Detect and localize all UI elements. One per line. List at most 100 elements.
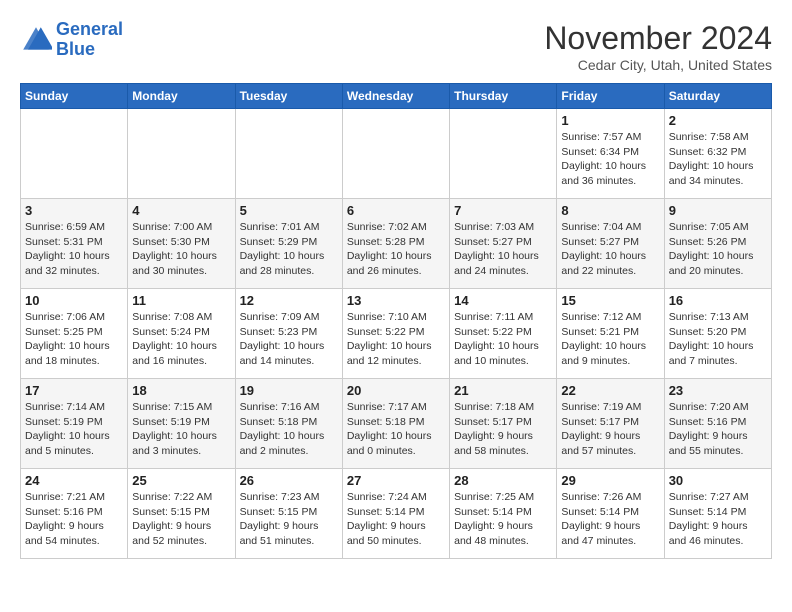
weekday-header-friday: Friday <box>557 84 664 109</box>
day-info: Sunrise: 7:26 AM Sunset: 5:14 PM Dayligh… <box>561 490 659 549</box>
month-title: November 2024 <box>544 20 772 57</box>
calendar-cell: 13 Sunrise: 7:10 AM Sunset: 5:22 PM Dayli… <box>342 289 449 379</box>
calendar-cell: 28Sunrise: 7:25 AM Sunset: 5:14 PM Dayli… <box>450 469 557 559</box>
logo-line2: Blue <box>56 39 95 59</box>
calendar-cell: 22 Sunrise: 7:19 AM Sunset: 5:17 PM Dayli… <box>557 379 664 469</box>
day-number: 12 <box>240 293 338 308</box>
day-info: Sunrise: 7:06 AM Sunset: 5:25 PM Dayligh… <box>25 310 123 369</box>
day-number: 13 <box>347 293 445 308</box>
calendar-cell: 18 Sunrise: 7:15 AM Sunset: 5:19 PM Dayli… <box>128 379 235 469</box>
calendar-cell: 26 Sunrise: 7:23 AM Sunset: 5:15 PM Dayli… <box>235 469 342 559</box>
week-row-2: 3 Sunrise: 6:59 AM Sunset: 5:31 PM Daylig… <box>21 199 772 289</box>
day-info: Sunrise: 7:17 AM Sunset: 5:18 PM Dayligh… <box>347 400 445 459</box>
calendar-cell: 21Sunrise: 7:18 AM Sunset: 5:17 PM Dayli… <box>450 379 557 469</box>
day-info: Sunrise: 7:16 AM Sunset: 5:18 PM Dayligh… <box>240 400 338 459</box>
day-number: 1 <box>561 113 659 128</box>
day-info: Sunrise: 7:20 AM Sunset: 5:16 PM Dayligh… <box>669 400 767 459</box>
day-info: Sunrise: 7:57 AM Sunset: 6:34 PM Dayligh… <box>561 130 659 189</box>
day-number: 11 <box>132 293 230 308</box>
calendar-cell: 15 Sunrise: 7:12 AM Sunset: 5:21 PM Dayli… <box>557 289 664 379</box>
day-info: Sunrise: 7:19 AM Sunset: 5:17 PM Dayligh… <box>561 400 659 459</box>
calendar-cell: 4 Sunrise: 7:00 AM Sunset: 5:30 PM Daylig… <box>128 199 235 289</box>
day-number: 15 <box>561 293 659 308</box>
weekday-header-saturday: Saturday <box>664 84 771 109</box>
calendar-cell: 23 Sunrise: 7:20 AM Sunset: 5:16 PM Dayli… <box>664 379 771 469</box>
calendar-cell: 9Sunrise: 7:05 AM Sunset: 5:26 PM Daylig… <box>664 199 771 289</box>
calendar-body: 1 Sunrise: 7:57 AM Sunset: 6:34 PM Daylig… <box>21 109 772 559</box>
day-number: 3 <box>25 203 123 218</box>
page: General Blue November 2024 Cedar City, U… <box>0 0 792 569</box>
calendar-cell: 17 Sunrise: 7:14 AM Sunset: 5:19 PM Dayli… <box>21 379 128 469</box>
calendar-table: SundayMondayTuesdayWednesdayThursdayFrid… <box>20 83 772 559</box>
calendar-cell: 6 Sunrise: 7:02 AM Sunset: 5:28 PM Daylig… <box>342 199 449 289</box>
day-info: Sunrise: 7:00 AM Sunset: 5:30 PM Dayligh… <box>132 220 230 279</box>
weekday-row: SundayMondayTuesdayWednesdayThursdayFrid… <box>21 84 772 109</box>
weekday-header-sunday: Sunday <box>21 84 128 109</box>
day-info: Sunrise: 7:12 AM Sunset: 5:21 PM Dayligh… <box>561 310 659 369</box>
calendar-cell: 16Sunrise: 7:13 AM Sunset: 5:20 PM Dayli… <box>664 289 771 379</box>
calendar-cell: 30Sunrise: 7:27 AM Sunset: 5:14 PM Dayli… <box>664 469 771 559</box>
week-row-4: 17 Sunrise: 7:14 AM Sunset: 5:19 PM Dayli… <box>21 379 772 469</box>
day-info: Sunrise: 7:01 AM Sunset: 5:29 PM Dayligh… <box>240 220 338 279</box>
weekday-header-tuesday: Tuesday <box>235 84 342 109</box>
day-info: Sunrise: 7:02 AM Sunset: 5:28 PM Dayligh… <box>347 220 445 279</box>
title-block: November 2024 Cedar City, Utah, United S… <box>544 20 772 73</box>
calendar-cell: 11 Sunrise: 7:08 AM Sunset: 5:24 PM Dayli… <box>128 289 235 379</box>
day-number: 10 <box>25 293 123 308</box>
day-info: Sunrise: 7:22 AM Sunset: 5:15 PM Dayligh… <box>132 490 230 549</box>
weekday-header-monday: Monday <box>128 84 235 109</box>
day-info: Sunrise: 7:11 AM Sunset: 5:22 PM Dayligh… <box>454 310 552 369</box>
calendar-cell: 19 Sunrise: 7:16 AM Sunset: 5:18 PM Dayli… <box>235 379 342 469</box>
day-number: 22 <box>561 383 659 398</box>
day-info: Sunrise: 7:14 AM Sunset: 5:19 PM Dayligh… <box>25 400 123 459</box>
day-info: Sunrise: 7:08 AM Sunset: 5:24 PM Dayligh… <box>132 310 230 369</box>
calendar-cell <box>128 109 235 199</box>
calendar-cell: 24 Sunrise: 7:21 AM Sunset: 5:16 PM Dayli… <box>21 469 128 559</box>
day-number: 20 <box>347 383 445 398</box>
day-number: 26 <box>240 473 338 488</box>
day-info: Sunrise: 7:23 AM Sunset: 5:15 PM Dayligh… <box>240 490 338 549</box>
calendar-cell <box>342 109 449 199</box>
weekday-header-wednesday: Wednesday <box>342 84 449 109</box>
location: Cedar City, Utah, United States <box>544 57 772 73</box>
day-info: Sunrise: 7:15 AM Sunset: 5:19 PM Dayligh… <box>132 400 230 459</box>
day-info: Sunrise: 6:59 AM Sunset: 5:31 PM Dayligh… <box>25 220 123 279</box>
logo: General Blue <box>20 20 123 60</box>
calendar-cell: 14Sunrise: 7:11 AM Sunset: 5:22 PM Dayli… <box>450 289 557 379</box>
logo-text: General Blue <box>56 20 123 60</box>
day-number: 29 <box>561 473 659 488</box>
calendar-cell <box>235 109 342 199</box>
day-number: 6 <box>347 203 445 218</box>
day-info: Sunrise: 7:21 AM Sunset: 5:16 PM Dayligh… <box>25 490 123 549</box>
day-number: 21 <box>454 383 552 398</box>
calendar-header: SundayMondayTuesdayWednesdayThursdayFrid… <box>21 84 772 109</box>
calendar-cell: 8Sunrise: 7:04 AM Sunset: 5:27 PM Daylig… <box>557 199 664 289</box>
calendar-cell: 2Sunrise: 7:58 AM Sunset: 6:32 PM Daylig… <box>664 109 771 199</box>
day-info: Sunrise: 7:03 AM Sunset: 5:27 PM Dayligh… <box>454 220 552 279</box>
day-info: Sunrise: 7:05 AM Sunset: 5:26 PM Dayligh… <box>669 220 767 279</box>
week-row-1: 1 Sunrise: 7:57 AM Sunset: 6:34 PM Daylig… <box>21 109 772 199</box>
day-info: Sunrise: 7:13 AM Sunset: 5:20 PM Dayligh… <box>669 310 767 369</box>
week-row-3: 10 Sunrise: 7:06 AM Sunset: 5:25 PM Dayli… <box>21 289 772 379</box>
day-number: 7 <box>454 203 552 218</box>
logo-line1: General <box>56 19 123 39</box>
day-info: Sunrise: 7:58 AM Sunset: 6:32 PM Dayligh… <box>669 130 767 189</box>
day-number: 23 <box>669 383 767 398</box>
header: General Blue November 2024 Cedar City, U… <box>20 20 772 73</box>
calendar-cell: 20 Sunrise: 7:17 AM Sunset: 5:18 PM Dayli… <box>342 379 449 469</box>
calendar-cell <box>450 109 557 199</box>
calendar-cell: 7 Sunrise: 7:03 AM Sunset: 5:27 PM Daylig… <box>450 199 557 289</box>
calendar-cell <box>21 109 128 199</box>
calendar-cell: 3 Sunrise: 6:59 AM Sunset: 5:31 PM Daylig… <box>21 199 128 289</box>
logo-icon <box>20 24 52 56</box>
day-number: 24 <box>25 473 123 488</box>
day-number: 17 <box>25 383 123 398</box>
day-number: 19 <box>240 383 338 398</box>
calendar-cell: 12 Sunrise: 7:09 AM Sunset: 5:23 PM Dayli… <box>235 289 342 379</box>
day-number: 28 <box>454 473 552 488</box>
day-number: 18 <box>132 383 230 398</box>
day-info: Sunrise: 7:10 AM Sunset: 5:22 PM Dayligh… <box>347 310 445 369</box>
day-info: Sunrise: 7:04 AM Sunset: 5:27 PM Dayligh… <box>561 220 659 279</box>
day-number: 4 <box>132 203 230 218</box>
day-info: Sunrise: 7:09 AM Sunset: 5:23 PM Dayligh… <box>240 310 338 369</box>
